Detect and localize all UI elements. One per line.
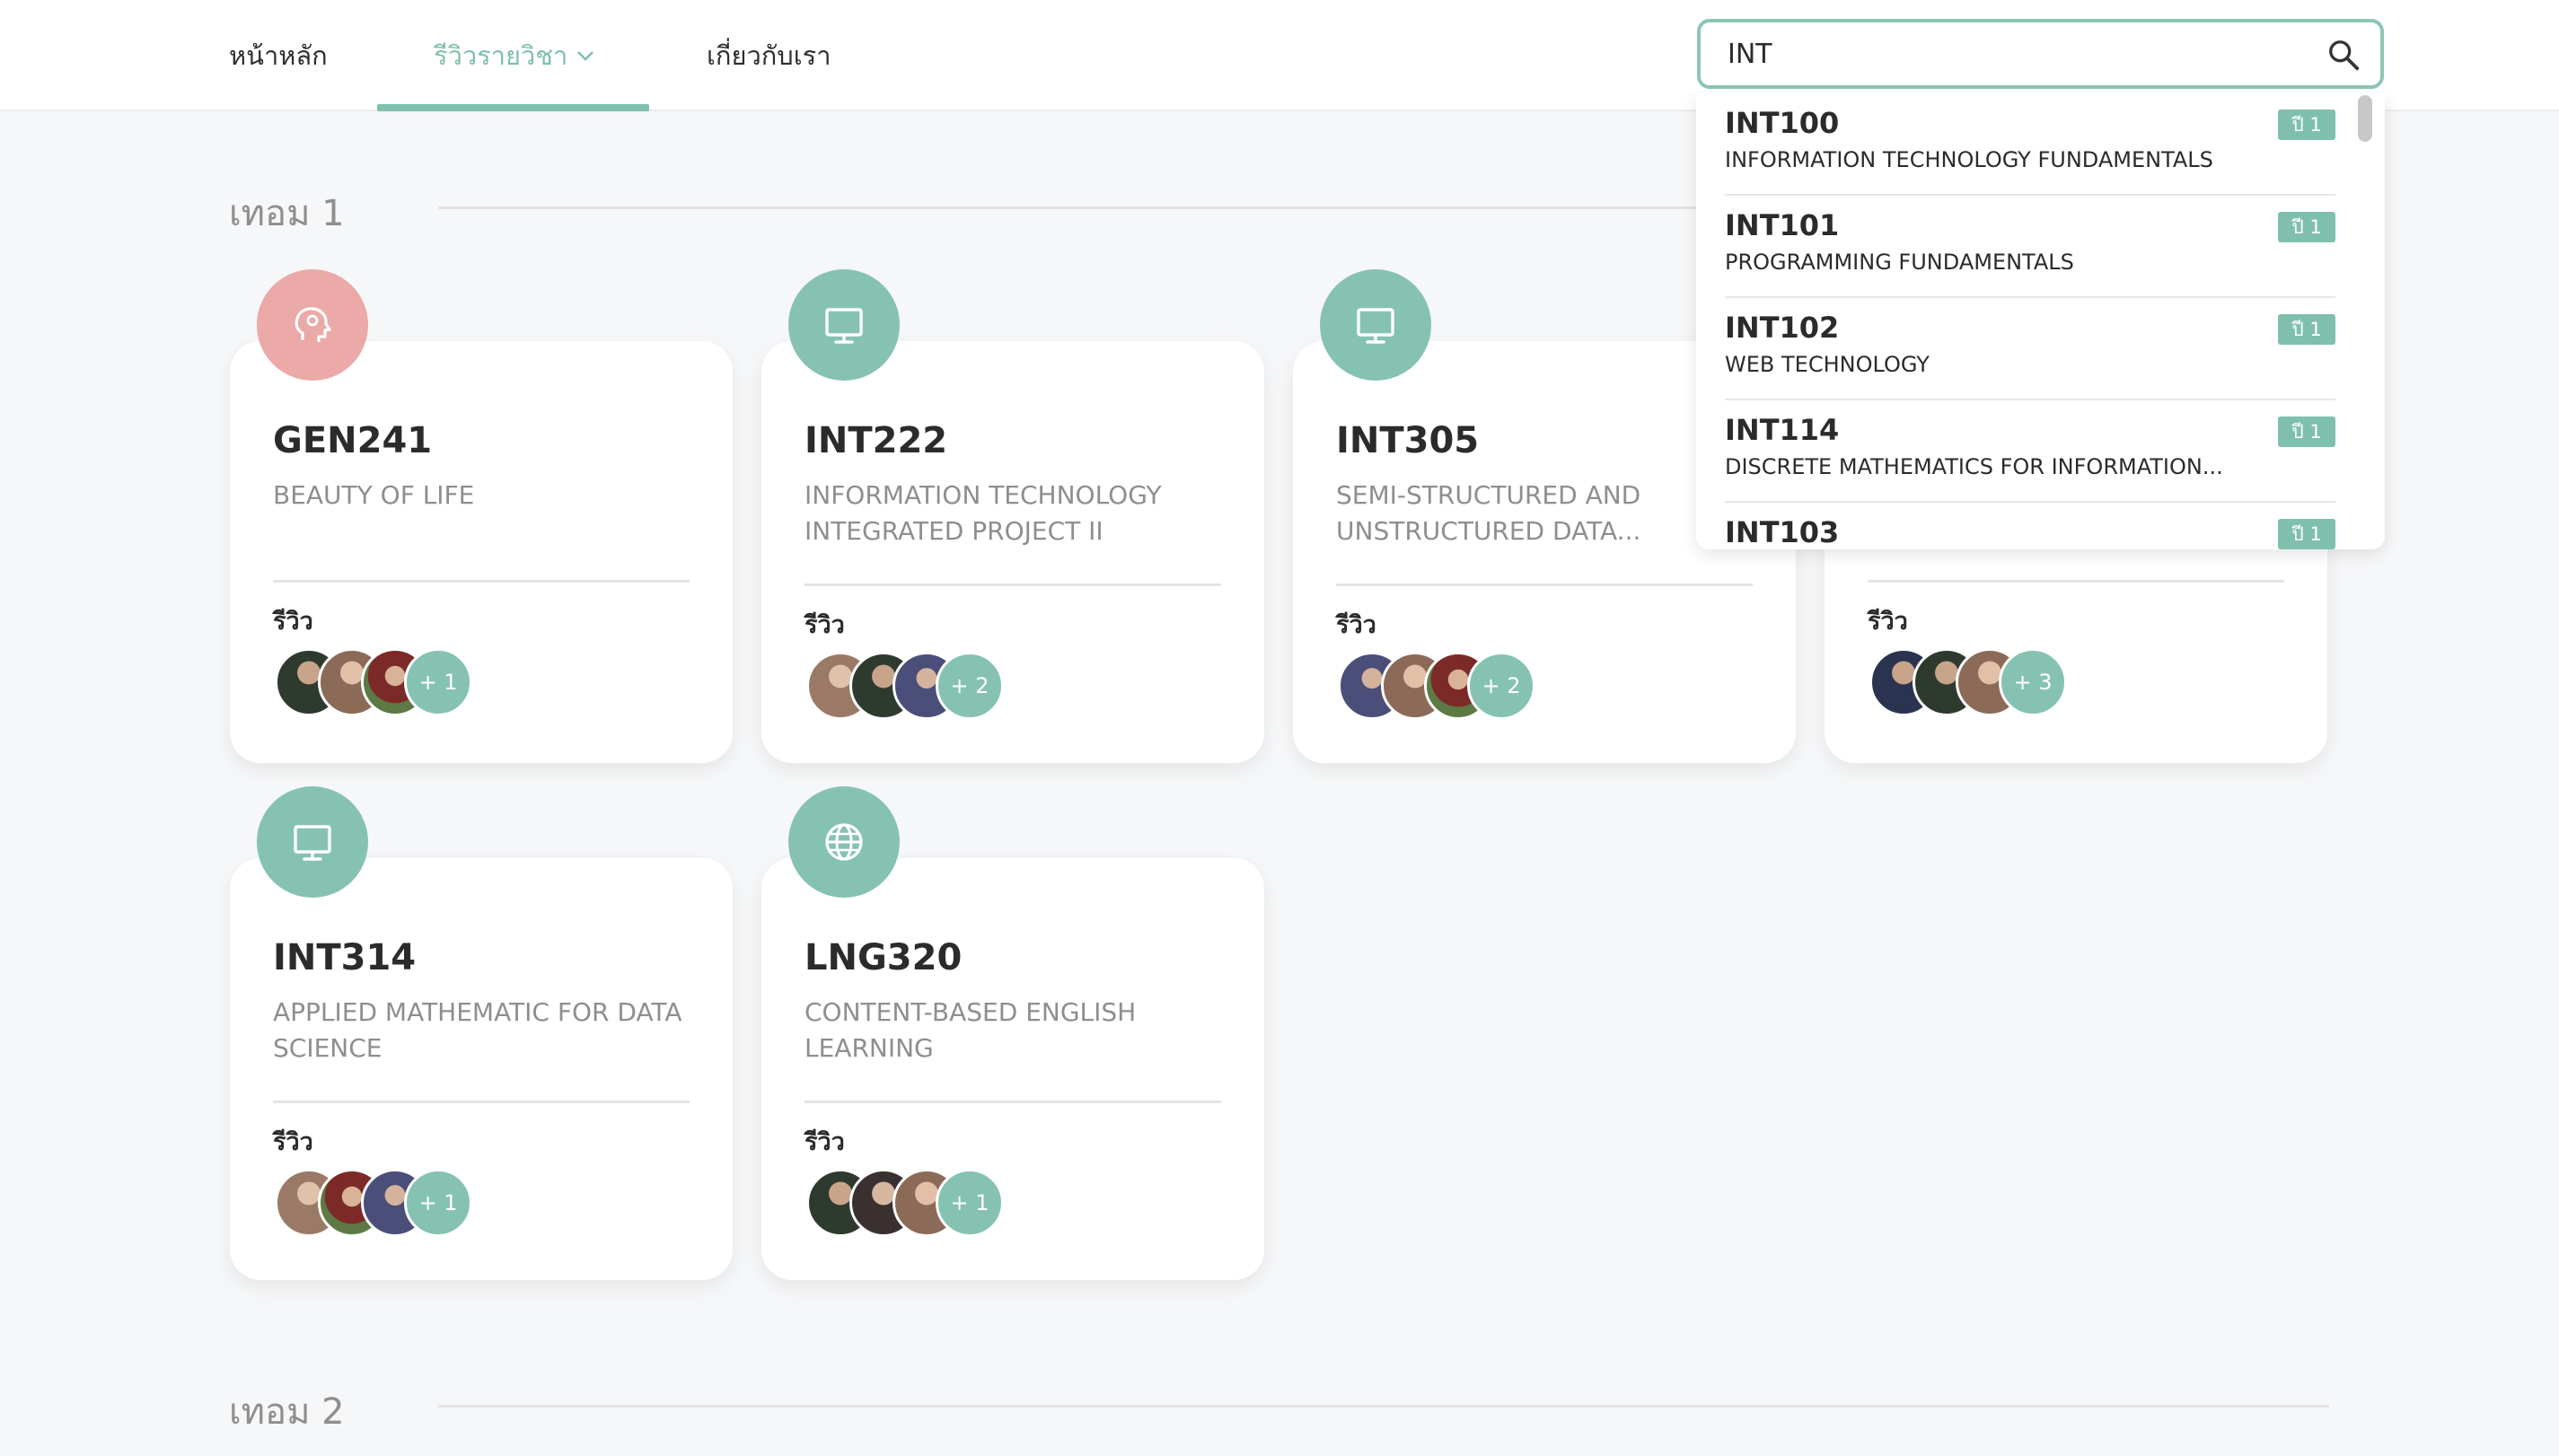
card-icon-circle bbox=[788, 269, 900, 381]
search-box bbox=[1697, 19, 2384, 89]
monitor-icon bbox=[825, 308, 863, 344]
result-code: INT114 bbox=[1725, 413, 1840, 447]
more-reviewers-badge: + 3 bbox=[1999, 648, 2067, 716]
course-name: BEAUTY OF LIFE bbox=[273, 480, 475, 510]
card-divider bbox=[1868, 580, 2284, 583]
chevron-down-icon bbox=[576, 45, 594, 67]
course-card[interactable]: LNG320 CONTENT-BASED ENGLISH LEARNING รี… bbox=[761, 786, 1264, 1280]
course-code: INT222 bbox=[805, 420, 948, 461]
section-title-term2: เทอม 2 bbox=[229, 1391, 345, 1433]
review-label: รีวิว bbox=[1336, 611, 1376, 639]
section-divider bbox=[438, 206, 1700, 209]
search-result-item[interactable]: INT103 ปี 1 bbox=[1725, 503, 2335, 549]
search-result-item[interactable]: INT114 DISCRETE MATHEMATICS FOR INFORMAT… bbox=[1725, 400, 2335, 503]
monitor-icon bbox=[294, 825, 331, 861]
result-name: INFORMATION TECHNOLOGY FUNDAMENTALS bbox=[1725, 147, 2213, 172]
review-label: รีวิว bbox=[1868, 608, 1908, 636]
course-card[interactable]: INT222 INFORMATION TECHNOLOGY INTEGRATED… bbox=[761, 269, 1264, 763]
result-name: PROGRAMMING FUNDAMENTALS bbox=[1725, 250, 2074, 275]
globe-icon bbox=[825, 823, 863, 861]
review-label: รีวิว bbox=[805, 611, 845, 639]
card-icon-circle bbox=[257, 786, 368, 898]
year-badge: ปี 1 bbox=[2278, 519, 2335, 549]
course-name: CONTENT-BASED ENGLISH LEARNING bbox=[805, 997, 1137, 1063]
nav-home[interactable]: หน้าหลัก bbox=[229, 0, 328, 111]
result-code: INT101 bbox=[1725, 208, 1840, 242]
card-icon-circle bbox=[257, 269, 368, 381]
year-badge: ปี 1 bbox=[2278, 314, 2335, 345]
card-icon-circle bbox=[788, 786, 900, 898]
result-name: DISCRETE MATHEMATICS FOR INFORMATION... bbox=[1725, 454, 2223, 479]
more-reviewers-badge: + 1 bbox=[404, 648, 472, 716]
result-code: INT103 bbox=[1725, 515, 1840, 549]
dropdown-scrollbar[interactable] bbox=[2358, 95, 2372, 142]
card-divider bbox=[1336, 583, 1753, 586]
course-code: INT305 bbox=[1336, 420, 1480, 461]
review-label: รีวิว bbox=[273, 608, 313, 636]
card-divider bbox=[273, 1101, 690, 1103]
card-divider bbox=[805, 583, 1221, 586]
result-code: INT100 bbox=[1725, 106, 1840, 140]
brain-icon bbox=[295, 307, 331, 342]
course-code: INT314 bbox=[273, 937, 417, 978]
search-input[interactable] bbox=[1728, 22, 2302, 85]
result-code: INT102 bbox=[1725, 311, 1840, 345]
more-reviewers-badge: + 2 bbox=[1467, 652, 1535, 720]
course-code: GEN241 bbox=[273, 420, 433, 461]
course-code: LNG320 bbox=[805, 937, 963, 978]
course-name: INFORMATION TECHNOLOGY INTEGRATED PROJEC… bbox=[805, 480, 1162, 546]
year-badge: ปี 1 bbox=[2278, 110, 2335, 140]
year-badge: ปี 1 bbox=[2278, 212, 2335, 242]
nav-about-label: เกี่ยวกับเรา bbox=[707, 40, 831, 71]
search-result-item[interactable]: INT102 WEB TECHNOLOGY ปี 1 bbox=[1725, 298, 2335, 400]
monitor-icon bbox=[1357, 308, 1394, 344]
review-label: รีวิว bbox=[805, 1128, 845, 1156]
more-reviewers-badge: + 1 bbox=[404, 1169, 472, 1237]
course-card[interactable]: INT314 APPLIED MATHEMATIC FOR DATA SCIEN… bbox=[230, 786, 733, 1280]
result-name: WEB TECHNOLOGY bbox=[1725, 352, 1930, 377]
section-divider bbox=[438, 1405, 2329, 1408]
search-result-item[interactable]: INT100 INFORMATION TECHNOLOGY FUNDAMENTA… bbox=[1725, 93, 2335, 196]
active-tab-indicator bbox=[377, 104, 649, 111]
search-icon[interactable] bbox=[2326, 38, 2361, 72]
course-name: APPLIED MATHEMATIC FOR DATA SCIENCE bbox=[273, 997, 682, 1063]
search-results-dropdown: INT100 INFORMATION TECHNOLOGY FUNDAMENTA… bbox=[1696, 93, 2385, 549]
review-label: รีวิว bbox=[273, 1128, 313, 1156]
nav-reviews[interactable]: รีวิวรายวิชา bbox=[434, 0, 594, 111]
search-result-item[interactable]: INT101 PROGRAMMING FUNDAMENTALS ปี 1 bbox=[1725, 196, 2335, 298]
nav-reviews-label: รีวิวรายวิชา bbox=[434, 40, 568, 71]
nav-about[interactable]: เกี่ยวกับเรา bbox=[707, 0, 831, 111]
course-card[interactable]: GEN241 BEAUTY OF LIFE รีวิว + 1 bbox=[230, 269, 733, 763]
course-name: SEMI-STRUCTURED AND UNSTRUCTURED DATA... bbox=[1336, 480, 1641, 546]
more-reviewers-badge: + 2 bbox=[936, 652, 1004, 720]
year-badge: ปี 1 bbox=[2278, 417, 2335, 447]
nav-home-label: หน้าหลัก bbox=[229, 40, 328, 71]
card-icon-circle bbox=[1320, 269, 1431, 381]
card-divider bbox=[805, 1101, 1221, 1103]
more-reviewers-badge: + 1 bbox=[936, 1169, 1004, 1237]
card-divider bbox=[273, 580, 690, 583]
section-title-term1: เทอม 1 bbox=[229, 193, 345, 234]
